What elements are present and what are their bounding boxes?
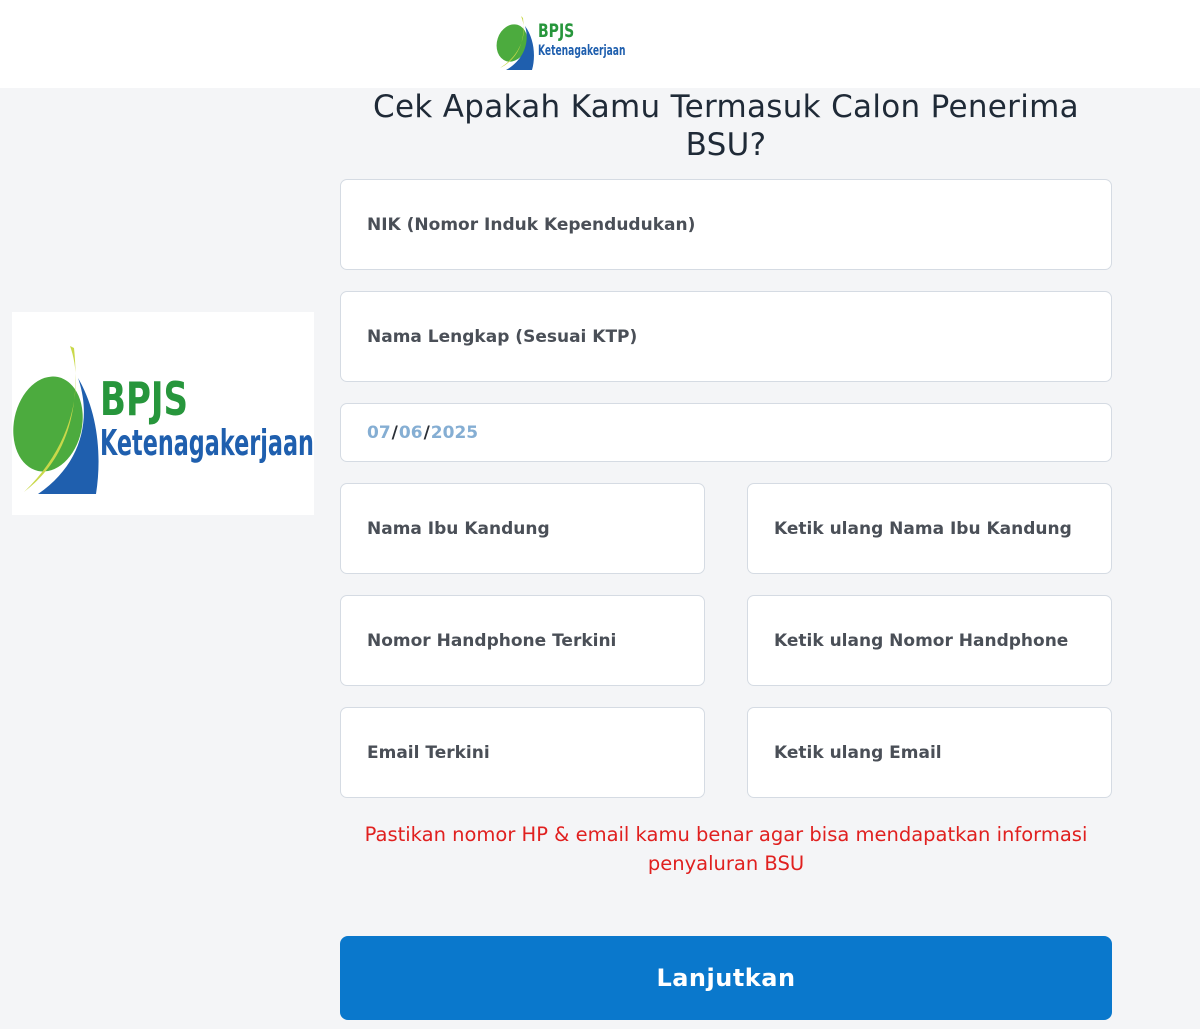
side-brand-line2: Ketenagakerjaan: [100, 423, 314, 464]
email-input[interactable]: Email Terkini: [340, 707, 705, 798]
header-bar: BPJS Ketenagakerjaan: [0, 0, 1200, 88]
submit-button-label: Lanjutkan: [656, 964, 796, 992]
full-name-input[interactable]: Nama Lengkap (Sesuai KTP): [340, 291, 1112, 382]
nik-input[interactable]: NIK (Nomor Induk Kependudukan): [340, 179, 1112, 270]
phone-confirm-placeholder: Ketik ulang Nomor Handphone: [774, 630, 1069, 651]
brand-name-line1: BPJS: [538, 20, 575, 42]
mother-name-placeholder: Nama Ibu Kandung: [367, 518, 550, 539]
phone-input[interactable]: Nomor Handphone Terkini: [340, 595, 705, 686]
side-brand-logo: BPJS Ketenagakerjaan: [12, 312, 314, 515]
mother-name-input[interactable]: Nama Ibu Kandung: [340, 483, 705, 574]
nik-placeholder: NIK (Nomor Induk Kependudukan): [367, 214, 696, 235]
bpjs-leaf-icon-large: [13, 346, 99, 494]
brand-name-line2: Ketenagakerjaan: [538, 43, 626, 59]
phone-confirm-input[interactable]: Ketik ulang Nomor Handphone: [747, 595, 1112, 686]
mother-name-confirm-placeholder: Ketik ulang Nama Ibu Kandung: [774, 518, 1072, 539]
email-placeholder: Email Terkini: [367, 742, 490, 763]
date-separator: /: [391, 422, 398, 443]
page-title: Cek Apakah Kamu Termasuk Calon Penerima …: [373, 89, 1079, 163]
submit-button[interactable]: Lanjutkan: [340, 936, 1112, 1020]
full-name-placeholder: Nama Lengkap (Sesuai KTP): [367, 326, 638, 347]
birth-date-year[interactable]: 2025: [431, 423, 478, 443]
email-confirm-placeholder: Ketik ulang Email: [774, 742, 942, 763]
side-brand-line1: BPJS: [100, 372, 189, 426]
birth-date-day[interactable]: 07: [367, 423, 391, 443]
phone-placeholder: Nomor Handphone Terkini: [367, 630, 617, 651]
birth-date-input[interactable]: 07/06/2025: [340, 403, 1112, 462]
contact-warning-text: Pastikan nomor HP & email kamu benar aga…: [364, 823, 1088, 875]
date-separator: /: [423, 422, 430, 443]
email-confirm-input[interactable]: Ketik ulang Email: [747, 707, 1112, 798]
birth-date-month[interactable]: 06: [399, 423, 423, 443]
brand-logo[interactable]: BPJS Ketenagakerjaan: [492, 12, 642, 70]
mother-name-confirm-input[interactable]: Ketik ulang Nama Ibu Kandung: [747, 483, 1112, 574]
bpjs-leaf-icon: [496, 16, 534, 70]
